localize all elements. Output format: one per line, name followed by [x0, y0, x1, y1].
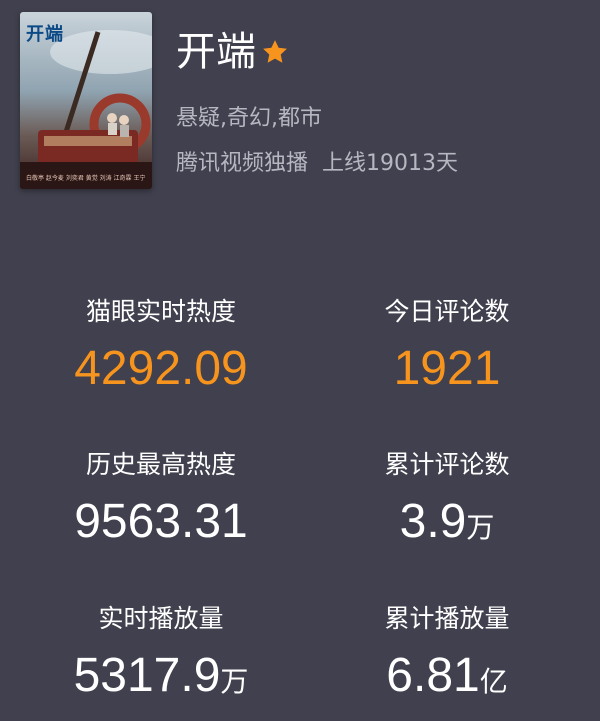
title-row: 开端 [176, 24, 290, 80]
poster-credits: 白敬亭 赵今麦 刘奕君 黄觉 刘涛 江奇霖 王宁 [26, 175, 146, 182]
stat-unit: 亿 [479, 665, 508, 698]
platform-info: 腾讯视频独播 上线19013天 [176, 145, 458, 177]
stat-label: 累计播放量 [384, 604, 510, 633]
stat-value: 1921 [393, 342, 501, 395]
poster-logo: 开端 [26, 24, 64, 45]
stat-label: 历史最高热度 [85, 450, 236, 479]
stat-value: 3.9万 [399, 495, 495, 548]
show-title[interactable]: 开端 [176, 26, 256, 78]
show-card: 开端 白敬亭 赵今麦 刘奕君 黄觉 刘涛 江奇霖 王宁 开端 悬疑,奇幻,都市 … [0, 0, 600, 721]
stat-realtime-heat: 猫眼实时热度 4292.09 [11, 295, 311, 399]
online-days: 上线19013天 [322, 151, 459, 176]
stat-value: 9563.31 [74, 495, 248, 548]
genre-tags: 悬疑,奇幻,都市 [176, 106, 322, 131]
stat-label: 实时播放量 [98, 604, 224, 633]
stat-value: 6.81亿 [386, 649, 508, 702]
stat-unit: 万 [220, 665, 249, 698]
poster-image[interactable]: 开端 白敬亭 赵今麦 刘奕君 黄觉 刘涛 江奇霖 王宁 [20, 12, 152, 189]
stat-today-comments: 今日评论数 1921 [297, 295, 597, 399]
star-icon [260, 37, 290, 71]
platform-label: 腾讯视频独播 [176, 151, 309, 176]
stat-label: 今日评论数 [384, 297, 510, 326]
stat-label: 累计评论数 [384, 450, 510, 479]
stat-unit: 万 [466, 511, 495, 544]
stat-label: 猫眼实时热度 [85, 297, 236, 326]
stat-value: 5317.9万 [73, 649, 249, 702]
stat-value: 4292.09 [74, 342, 248, 395]
stat-total-plays: 累计播放量 6.81亿 [297, 602, 597, 712]
stat-total-comments: 累计评论数 3.9万 [297, 448, 597, 558]
stat-peak-heat: 历史最高热度 9563.31 [11, 448, 311, 552]
stat-realtime-plays: 实时播放量 5317.9万 [11, 602, 311, 712]
